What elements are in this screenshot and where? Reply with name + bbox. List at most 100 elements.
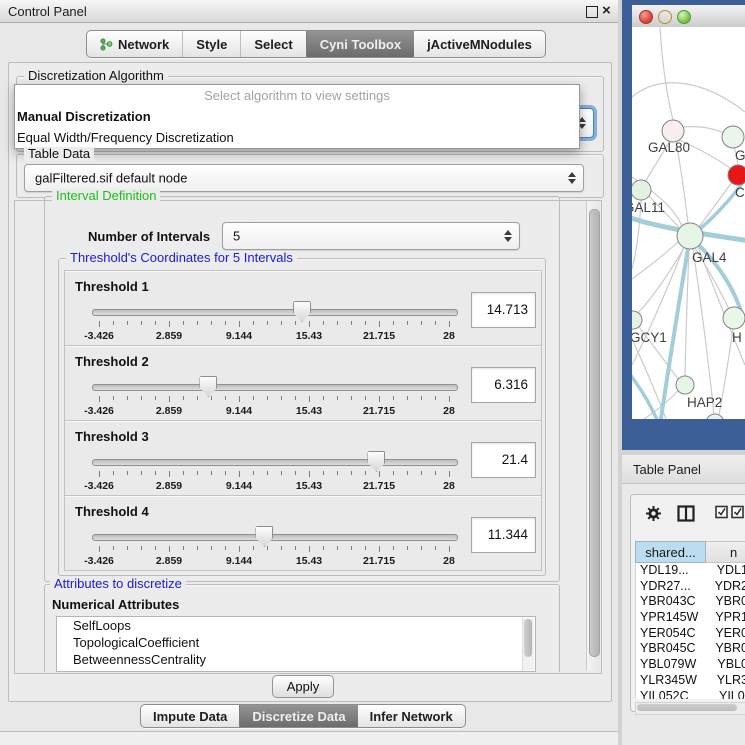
threshold-2-panel: Threshold 2 -3.4262.8599.14415.4321.7152…: [64, 345, 542, 421]
tab-impute-data[interactable]: Impute Data: [141, 705, 239, 727]
table-row[interactable]: YBR045CYBR0: [636, 641, 745, 657]
network-view-window: GAL80GCGAL11GAL4GCY1HHAP2: [622, 0, 745, 450]
horizontal-scrollbar[interactable]: [635, 702, 745, 715]
table-row[interactable]: YLR345WYLR3: [636, 673, 745, 689]
threshold-1-panel: Threshold 1 -3.4262.8599.14415.4321.7152…: [64, 270, 542, 346]
threshold-value-field[interactable]: 6.316: [471, 367, 536, 403]
network-icon: [100, 38, 113, 51]
dropdown-item-equal-width-frequency[interactable]: Equal Width/Frequency Discretization: [15, 127, 579, 148]
slider-track[interactable]: [92, 534, 458, 541]
table-row[interactable]: YDR27...YDR2: [636, 579, 745, 595]
network-node-label: GAL80: [648, 140, 690, 155]
close-traffic-light-icon[interactable]: [639, 10, 653, 24]
network-node-c[interactable]: [728, 165, 745, 185]
network-node-gcy1[interactable]: [632, 311, 642, 329]
attribute-item[interactable]: BetweennessCentrality: [57, 651, 535, 668]
column-layout-icon[interactable]: [677, 505, 695, 522]
network-node-label: HAP2: [687, 395, 722, 410]
network-canvas[interactable]: GAL80GCGAL11GAL4GCY1HHAP2: [632, 27, 745, 419]
network-node-gal11[interactable]: [632, 180, 651, 200]
attributes-list-scrollbar[interactable]: [522, 618, 534, 670]
table-row[interactable]: YER054CYER0: [636, 626, 745, 642]
network-node[interactable]: [706, 414, 724, 419]
tab-discretize-data[interactable]: Discretize Data: [239, 705, 357, 727]
network-node-label: C: [735, 185, 745, 200]
table-row[interactable]: YDL19...YDL1: [636, 563, 745, 579]
table-panel-title: Table Panel: [633, 462, 701, 477]
apply-button[interactable]: Apply: [272, 675, 334, 698]
discretization-algorithm-group-label: Discretization Algorithm: [24, 69, 168, 83]
table-row[interactable]: YPR145WYPR1: [636, 610, 745, 626]
dropdown-item-manual-discretization[interactable]: Manual Discretization: [15, 106, 579, 127]
minimize-traffic-light-icon[interactable]: [658, 10, 672, 24]
column-header-name[interactable]: n: [706, 541, 745, 563]
window-bottom-strip: [0, 732, 618, 745]
select-columns-checkboxes-icon[interactable]: [715, 505, 745, 519]
control-panel: Control Panel × Network Style Select Cyn…: [0, 0, 618, 745]
scrollbar-thumb[interactable]: [589, 209, 600, 657]
slider-handle[interactable]: [199, 376, 217, 397]
scrollbar-thumb[interactable]: [637, 704, 737, 711]
attribute-item[interactable]: TopologicalCoefficient: [57, 634, 535, 651]
network-node-label: GAL4: [692, 250, 727, 265]
number-of-intervals-combobox[interactable]: 5: [222, 222, 520, 250]
network-node-gal4[interactable]: [677, 223, 703, 249]
network-edge-highlighted[interactable]: [632, 372, 660, 419]
slider-track[interactable]: [92, 459, 458, 466]
network-node-g[interactable]: [722, 126, 744, 148]
table-panel-titlebar: Table Panel: [622, 455, 745, 484]
network-edge[interactable]: [682, 127, 724, 133]
table-panel: Table Panel shar: [622, 455, 745, 745]
table-row[interactable]: YBR043CYBR0: [636, 594, 745, 610]
combo-arrows-icon: [503, 229, 512, 243]
slider-handle[interactable]: [255, 526, 273, 547]
tab-cyni-toolbox[interactable]: Cyni Toolbox: [306, 31, 414, 57]
tab-select[interactable]: Select: [240, 31, 305, 57]
tab-jactivemnodules[interactable]: jActiveMNodules: [414, 31, 545, 57]
scrollbar-thumb[interactable]: [524, 619, 532, 657]
column-header-shared-name[interactable]: shared...: [635, 541, 706, 563]
threshold-value-field[interactable]: 14.713: [471, 292, 536, 328]
threshold-2-slider[interactable]: -3.4262.8599.14415.4321.71528: [65, 346, 465, 420]
network-edge[interactable]: [660, 27, 673, 120]
network-edge[interactable]: [632, 83, 745, 112]
combo-arrows-icon: [567, 171, 576, 185]
slider-handle[interactable]: [367, 451, 385, 472]
threshold-3-panel: Threshold 3 -3.4262.8599.14415.4321.7152…: [64, 420, 542, 496]
table-row[interactable]: YBL079WYBL0: [636, 657, 745, 673]
float-window-icon[interactable]: [586, 6, 598, 18]
gear-icon[interactable]: [645, 505, 662, 522]
network-node-h[interactable]: [723, 307, 745, 329]
threshold-1-slider[interactable]: -3.4262.8599.14415.4321.71528: [65, 271, 465, 345]
algorithm-dropdown-popup: Select algorithm to view settings Manual…: [14, 84, 580, 149]
network-node-label: G: [735, 148, 745, 163]
control-panel-tabs: Network Style Select Cyni Toolbox jActiv…: [86, 30, 546, 58]
network-edge[interactable]: [632, 247, 684, 365]
table-row[interactable]: YIL052CYIL0: [636, 689, 745, 700]
attribute-item[interactable]: SelfLoops: [57, 617, 535, 634]
threshold-3-slider[interactable]: -3.4262.8599.14415.4321.71528: [65, 421, 465, 495]
tab-style[interactable]: Style: [182, 31, 240, 57]
threshold-4-slider[interactable]: -3.4262.8599.14415.4321.71528: [65, 496, 465, 570]
vertical-scrollbar[interactable]: [586, 201, 600, 671]
slider-track[interactable]: [92, 309, 458, 316]
close-icon[interactable]: ×: [602, 2, 611, 19]
cyni-mode-tabs: Impute Data Discretize Data Infer Networ…: [140, 704, 466, 728]
thresholds-group-label: Threshold's Coordinates for 5 Intervals: [66, 251, 297, 265]
tab-network[interactable]: Network: [87, 31, 182, 57]
network-edge[interactable]: [632, 241, 679, 279]
slider-track[interactable]: [92, 384, 458, 391]
tab-infer-network[interactable]: Infer Network: [358, 705, 465, 727]
control-panel-titlebar: Control Panel ×: [0, 0, 618, 23]
network-node-hap2[interactable]: [676, 376, 694, 394]
panel-title: Control Panel: [8, 4, 87, 19]
threshold-value-field[interactable]: 21.4: [471, 442, 536, 478]
numerical-attributes-label: Numerical Attributes: [52, 597, 179, 612]
numerical-attributes-list[interactable]: SelfLoopsTopologicalCoefficientBetweenne…: [56, 616, 536, 672]
zoom-traffic-light-icon[interactable]: [677, 10, 691, 24]
table-data-group-label: Table Data: [24, 147, 94, 161]
network-window-titlebar[interactable]: [632, 5, 745, 28]
network-node-gal80[interactable]: [662, 120, 684, 142]
slider-handle[interactable]: [293, 301, 311, 322]
threshold-value-field[interactable]: 11.344: [471, 517, 536, 553]
